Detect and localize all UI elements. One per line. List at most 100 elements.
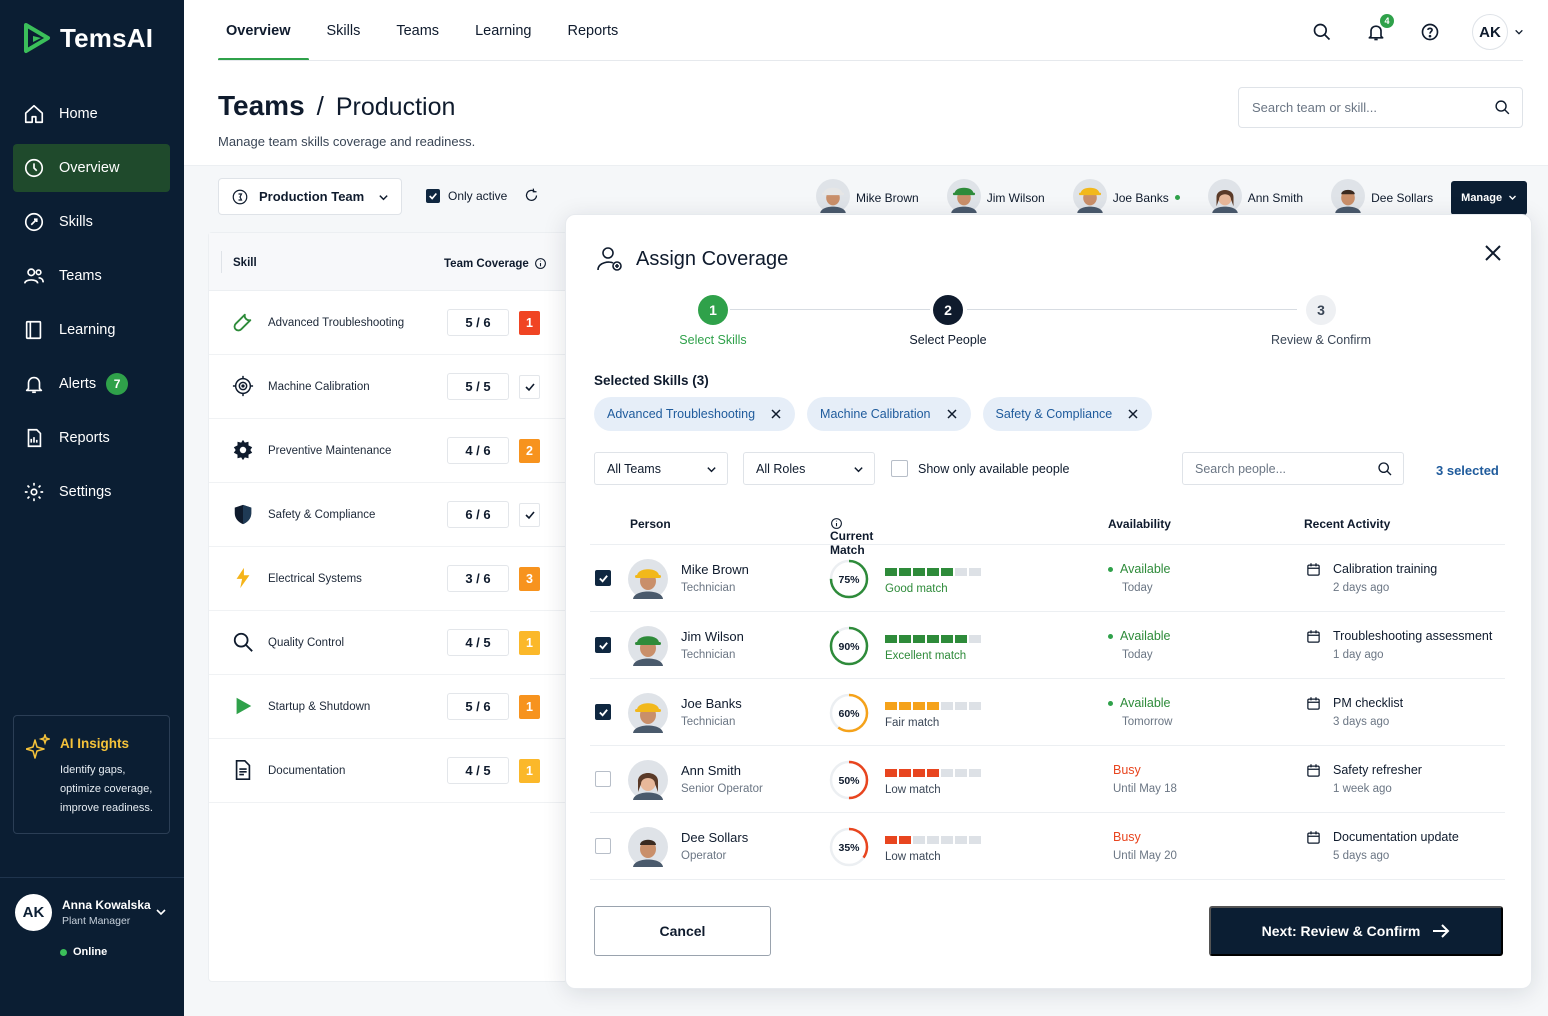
available-only-toggle[interactable]: Show only available people <box>891 460 1070 477</box>
table-row[interactable]: Mike Brown Technician 75% Good match Ava… <box>590 545 1505 612</box>
member-chip[interactable]: Dee Sollars <box>1331 179 1433 216</box>
available-only-checkbox[interactable] <box>891 460 908 477</box>
manage-button[interactable]: Manage <box>1451 180 1528 215</box>
tab-teams[interactable]: Teams <box>396 0 457 62</box>
close-icon[interactable] <box>771 409 781 419</box>
table-row[interactable]: Startup & Shutdown 5 / 6 1 <box>209 675 567 739</box>
skill-chip[interactable]: Machine Calibration <box>807 397 971 431</box>
logo[interactable]: TemsAI <box>22 22 153 54</box>
tab-overview[interactable]: Overview <box>218 0 309 62</box>
sidebar-item-teams[interactable]: Teams <box>13 252 170 300</box>
chevron-down-icon[interactable] <box>155 905 167 923</box>
next-review-confirm-button[interactable]: Next: Review & Confirm <box>1209 906 1503 956</box>
target-icon <box>231 374 255 398</box>
help-icon[interactable] <box>1418 20 1442 44</box>
member-chip[interactable]: Mike Brown <box>816 179 919 216</box>
recent-activity: Documentation update <box>1333 830 1459 844</box>
sidebar-item-home[interactable]: Home <box>13 90 170 138</box>
gap-count: 2 <box>526 443 533 458</box>
match-label: Good match <box>885 583 948 595</box>
close-icon[interactable] <box>1128 409 1138 419</box>
member-chip[interactable]: Ann Smith <box>1207 179 1303 216</box>
avatar: AK <box>1472 14 1508 50</box>
step-select-skills[interactable]: 1 Select Skills <box>670 295 756 347</box>
step-select-people[interactable]: 2 Select People <box>902 295 994 347</box>
availability-status: Busy <box>1113 830 1141 844</box>
selected-count[interactable]: 3 selected <box>1436 463 1499 478</box>
step-review-confirm[interactable]: 3 Review & Confirm <box>1270 295 1372 347</box>
member-chip[interactable]: Jim Wilson <box>946 179 1045 216</box>
sidebar-item-reports[interactable]: Reports <box>13 414 170 462</box>
close-icon[interactable] <box>946 409 957 419</box>
table-row[interactable]: Jim Wilson Technician 90% Excellent matc… <box>590 612 1505 679</box>
recent-activity-time: 1 week ago <box>1333 783 1392 795</box>
refresh-icon[interactable] <box>524 188 539 208</box>
skill-name: Electrical Systems <box>268 572 362 585</box>
match-bar-segment <box>941 769 953 777</box>
member-chip[interactable]: Joe Banks <box>1072 179 1180 216</box>
status-text: Online <box>73 946 108 958</box>
table-row[interactable]: Ann Smith Senior Operator 50% Low match … <box>590 746 1505 813</box>
table-row[interactable]: Advanced Troubleshooting 5 / 6 1 <box>209 291 567 355</box>
magnifier-icon <box>231 630 255 654</box>
info-icon[interactable] <box>534 257 547 270</box>
tab-skills[interactable]: Skills <box>327 0 379 62</box>
tab-reports[interactable]: Reports <box>568 0 637 62</box>
availability-date: Today <box>1122 582 1153 594</box>
search-icon[interactable] <box>1310 20 1334 44</box>
status-online: Online <box>60 946 107 958</box>
table-row[interactable]: Safety & Compliance 6 / 6 <box>209 483 567 547</box>
availability-date: Until May 20 <box>1113 850 1177 862</box>
table-header: Person Current Match Availability Recent… <box>590 505 1505 557</box>
ai-insights-card[interactable]: AI Insights Identify gaps, optimize cove… <box>13 715 170 834</box>
avatar: AK <box>15 894 52 931</box>
only-active-checkbox[interactable] <box>426 189 440 203</box>
skill-chip[interactable]: Safety & Compliance <box>982 397 1153 431</box>
match-bar-segment <box>927 635 939 643</box>
match-bar-segment <box>885 568 897 576</box>
table-row[interactable]: Machine Calibration 5 / 5 <box>209 355 567 419</box>
tab-learning[interactable]: Learning <box>475 0 549 62</box>
person-checkbox[interactable] <box>595 771 611 787</box>
table-row[interactable]: Electrical Systems 3 / 6 3 <box>209 547 567 611</box>
match-percent: 90% <box>838 641 860 653</box>
table-row[interactable]: Preventive Maintenance 4 / 6 2 <box>209 419 567 483</box>
only-active-toggle[interactable]: Only active <box>426 189 507 203</box>
person-checkbox[interactable] <box>595 570 611 586</box>
sidebar-item-settings[interactable]: Settings <box>13 468 170 516</box>
person-checkbox[interactable] <box>595 637 611 653</box>
close-icon[interactable] <box>1483 243 1503 268</box>
modal-title: Assign Coverage <box>596 245 788 273</box>
person-checkbox[interactable] <box>595 838 611 854</box>
person-role: Technician <box>681 582 736 594</box>
match-bar-segment <box>913 702 925 710</box>
sidebar-item-skills[interactable]: Skills <box>13 198 170 246</box>
table-row[interactable]: Joe Banks Technician 60% Fair match Avai… <box>590 679 1505 746</box>
skill-chip[interactable]: Advanced Troubleshooting <box>594 397 796 431</box>
cancel-button[interactable]: Cancel <box>594 906 771 956</box>
avatar <box>628 760 668 805</box>
roles-dropdown[interactable]: All Roles <box>743 452 875 485</box>
sidebar-item-label: Settings <box>59 484 112 500</box>
user-profile[interactable]: AK Anna Kowalska Plant Manager <box>15 894 151 931</box>
notifications-button[interactable]: 4 <box>1364 14 1394 44</box>
team-search-input[interactable]: Search team or skill... <box>1238 87 1523 128</box>
teams-dropdown[interactable]: All Teams <box>594 452 728 485</box>
account-menu[interactable]: AK <box>1472 14 1524 50</box>
coverage-value: 5 / 5 <box>447 373 509 400</box>
table-row[interactable]: Quality Control 4 / 5 1 <box>209 611 567 675</box>
person-checkbox[interactable] <box>595 704 611 720</box>
sidebar-item-learning[interactable]: Learning <box>13 306 170 354</box>
assign-user-icon <box>597 247 622 271</box>
match-bar-segment <box>941 702 953 710</box>
team-select[interactable]: Production Team <box>218 178 402 215</box>
sidebar-item-alerts[interactable]: Alerts 7 <box>13 360 170 408</box>
table-row[interactable]: Dee Sollars Operator 35% Low match Busy … <box>590 813 1505 880</box>
overview-icon <box>23 157 45 179</box>
coverage-gap-badge: 1 <box>519 630 540 655</box>
person-name: Dee Sollars <box>681 830 749 845</box>
page-description: Manage team skills coverage and readines… <box>218 134 476 149</box>
sidebar-item-overview[interactable]: Overview <box>13 144 170 192</box>
table-row[interactable]: Documentation 4 / 5 1 <box>209 739 567 803</box>
people-search-input[interactable]: Search people... <box>1182 452 1404 485</box>
